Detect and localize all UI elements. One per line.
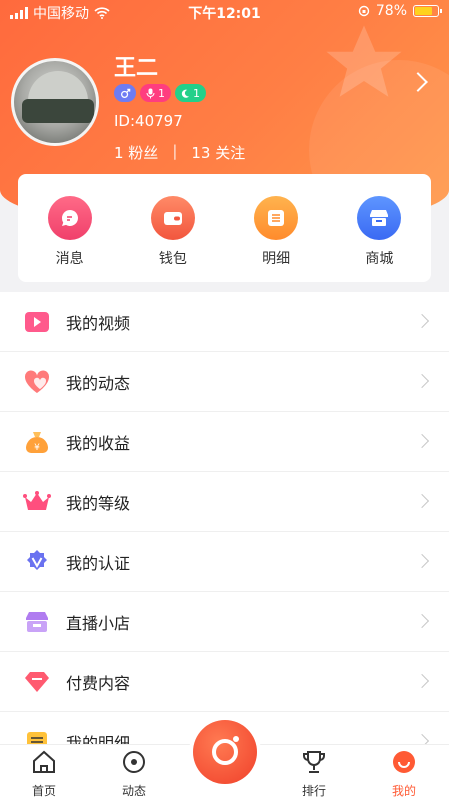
camera-record-button[interactable] [193,720,257,784]
host-level-badge: 1 [140,84,171,102]
video-icon [22,307,52,337]
store-icon [357,196,402,240]
quick-actions-card: 消息 钱包 明细 商城 [18,174,431,282]
menu-item-label: 我的等级 [66,493,131,513]
menu-list: 我的视频 我的动态 ¥ 我的收益 我的等级 我的认证 直播小店 付费内容 我的明… [0,292,449,772]
chevron-right-icon [414,433,430,449]
wallet-icon [150,196,195,240]
moon-icon [181,89,190,98]
user-badges: 1 1 [114,84,206,102]
chevron-right-icon [414,493,430,509]
menu-item-my-level[interactable]: 我的等级 [0,472,449,532]
tab-label: 动态 [121,784,146,798]
quick-action-wallet[interactable]: 钱包 [133,196,213,282]
stats-separator: | [172,142,178,160]
menu-item-paid-content[interactable]: 付费内容 [0,652,449,712]
tab-ranking[interactable]: 排行 [284,749,344,799]
chevron-right-icon [414,613,430,629]
tab-label: 我的 [391,784,416,798]
menu-item-my-videos[interactable]: 我的视频 [0,292,449,352]
quick-action-label: 钱包 [158,251,187,267]
menu-item-label: 直播小店 [66,613,131,633]
follow-stats: 1 粉丝 | 13 关注 [114,142,245,163]
trophy-icon [303,751,325,773]
user-level-badge: 1 [175,84,206,102]
menu-item-label: 我的收益 [66,433,131,453]
avatar-photo-shape-base [22,99,94,123]
quick-action-label: 消息 [55,251,84,267]
crown-icon [22,487,52,517]
menu-item-label: 我的动态 [66,373,131,393]
tab-feed[interactable]: 动态 [104,749,164,799]
chevron-right-icon [414,313,430,329]
chevron-right-icon [414,373,430,389]
camera-flash-dot [233,736,239,742]
battery-icon [413,5,442,17]
tab-me[interactable]: 我的 [374,749,434,799]
chevron-right-icon [414,553,430,569]
tab-label: 排行 [301,784,326,798]
diamond-icon [22,667,52,697]
quick-action-store[interactable]: 商城 [339,196,419,282]
menu-item-label: 我的认证 [66,553,131,573]
quick-action-label: 商城 [365,251,394,267]
tab-home[interactable]: 首页 [14,749,74,799]
fans-count[interactable]: 1 粉丝 [114,142,158,163]
host-level-value: 1 [158,86,165,100]
quick-action-message[interactable]: 消息 [30,196,110,282]
rotation-lock-icon [358,5,370,17]
list-icon [254,196,299,240]
verified-icon [22,547,52,577]
male-icon [120,88,130,98]
hearts-icon [22,367,52,397]
moneybag-icon: ¥ [22,427,52,457]
chevron-right-icon [414,673,430,689]
quick-action-label: 明细 [262,251,291,267]
header-decor-star-icon [326,25,402,97]
menu-item-my-verification[interactable]: 我的认证 [0,532,449,592]
quick-action-detail[interactable]: 明细 [236,196,316,282]
shop-icon [22,607,52,637]
user-id: ID:40797 [114,112,183,130]
username: 王二 [114,56,159,81]
menu-item-my-earnings[interactable]: ¥ 我的收益 [0,412,449,472]
follows-count[interactable]: 13 关注 [191,142,245,163]
male-badge [114,84,136,102]
avatar[interactable] [11,58,99,146]
home-icon [33,750,55,773]
status-bar: 中国移动 下午12:01 78% [0,0,449,24]
menu-item-live-shop[interactable]: 直播小店 [0,592,449,652]
menu-item-label: 付费内容 [66,673,131,693]
tab-label: 首页 [31,784,56,798]
menu-item-my-posts[interactable]: 我的动态 [0,352,449,412]
battery-percent: 78% [375,3,407,19]
camera-icon [212,739,238,765]
message-icon [47,196,92,240]
me-icon [393,751,415,773]
svg-text:¥: ¥ [34,443,40,453]
feed-icon [123,751,145,773]
menu-item-label: 我的视频 [66,313,131,333]
user-level-value: 1 [193,86,200,100]
mic-icon [146,88,155,98]
